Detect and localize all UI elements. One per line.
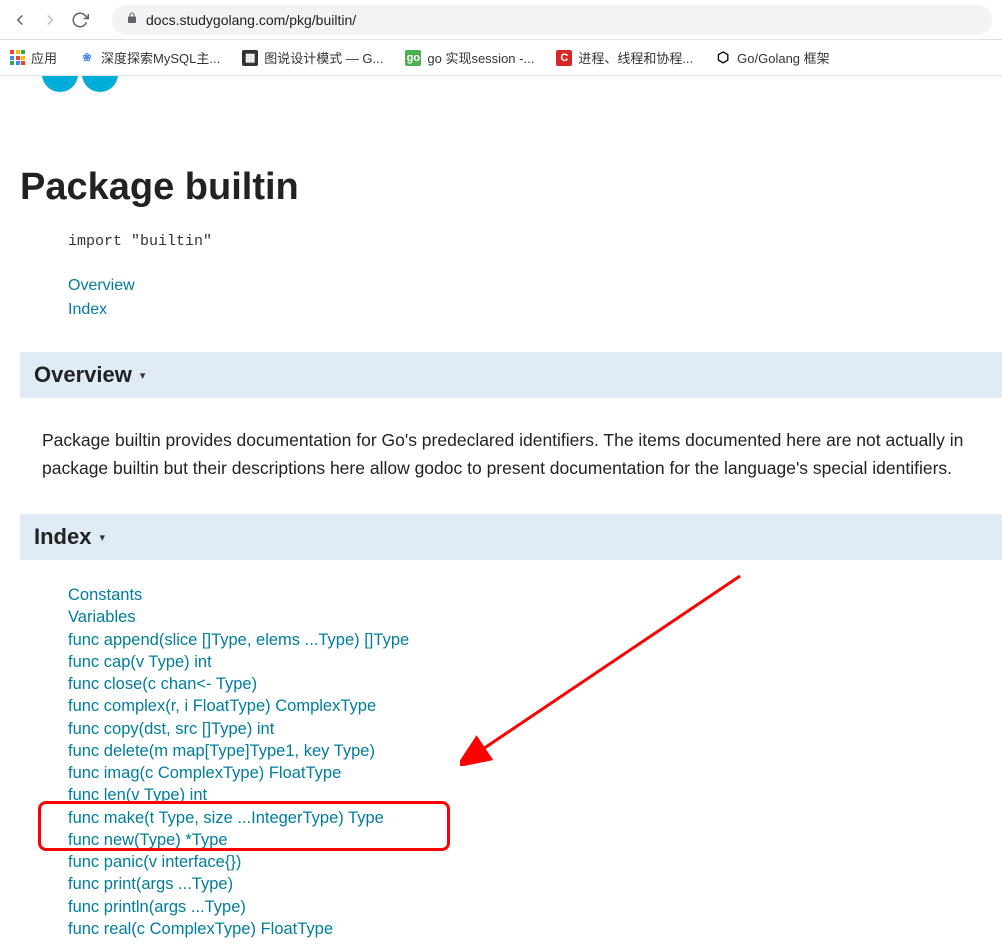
- index-link[interactable]: func delete(m map[Type]Type1, key Type): [68, 740, 982, 762]
- index-link[interactable]: func append(slice []Type, elems ...Type)…: [68, 629, 982, 651]
- url-text: docs.studygolang.com/pkg/builtin/: [146, 12, 356, 28]
- apps-label: 应用: [31, 48, 57, 67]
- favicon-icon: ⬡: [715, 50, 731, 66]
- favicon-icon: C: [556, 50, 572, 66]
- overview-heading: Overview: [34, 362, 132, 388]
- bookmark-label: 深度探索MySQL主...: [101, 48, 220, 67]
- index-link[interactable]: func print(args ...Type): [68, 873, 982, 895]
- index-link[interactable]: func imag(c ComplexType) FloatType: [68, 762, 982, 784]
- bookmark-item-process[interactable]: C 进程、线程和协程...: [556, 48, 693, 67]
- import-statement: import "builtin": [0, 219, 1002, 258]
- index-section-header[interactable]: Index ▾: [20, 514, 1002, 560]
- index-link[interactable]: func len(v Type) int: [68, 784, 982, 806]
- back-button[interactable]: [10, 10, 30, 30]
- index-link[interactable]: func new(Type) *Type: [68, 829, 982, 851]
- browser-toolbar: docs.studygolang.com/pkg/builtin/: [0, 0, 1002, 40]
- overview-text: Package builtin provides documentation f…: [0, 398, 1002, 514]
- overview-section-header[interactable]: Overview ▾: [20, 352, 1002, 398]
- header-partial: [0, 76, 1002, 104]
- page-nav: Overview Index: [0, 258, 1002, 352]
- page-title: Package builtin: [0, 104, 1002, 219]
- index-link[interactable]: func cap(v Type) int: [68, 651, 982, 673]
- index-list: Constants Variables func append(slice []…: [0, 560, 1002, 950]
- reload-button[interactable]: [70, 10, 90, 30]
- collapse-icon: ▾: [140, 369, 146, 382]
- lock-icon: [126, 12, 138, 27]
- bookmarks-bar: 应用 ❀ 深度探索MySQL主... ▦ 图说设计模式 — G... go go…: [0, 40, 1002, 76]
- index-link[interactable]: func panic(v interface{}): [68, 851, 982, 873]
- bookmark-item-session[interactable]: go go 实现session -...: [405, 48, 534, 67]
- index-link[interactable]: func real(c ComplexType) FloatType: [68, 918, 982, 940]
- favicon-icon: ❀: [79, 50, 95, 66]
- bookmark-item-golang[interactable]: ⬡ Go/Golang 框架: [715, 48, 830, 67]
- bookmark-label: 图说设计模式 — G...: [264, 48, 383, 67]
- collapse-icon: ▾: [99, 531, 105, 544]
- index-heading: Index: [34, 524, 91, 550]
- bookmark-label: Go/Golang 框架: [737, 48, 830, 67]
- favicon-icon: ▦: [242, 50, 258, 66]
- bookmark-label: go 实现session -...: [427, 48, 534, 67]
- index-link[interactable]: func close(c chan<- Type): [68, 673, 982, 695]
- bookmark-item-design[interactable]: ▦ 图说设计模式 — G...: [242, 48, 383, 67]
- index-link[interactable]: func make(t Type, size ...IntegerType) T…: [68, 807, 982, 829]
- index-link[interactable]: func complex(r, i FloatType) ComplexType: [68, 695, 982, 717]
- apps-grid-icon: [10, 50, 25, 65]
- bookmark-item-mysql[interactable]: ❀ 深度探索MySQL主...: [79, 48, 220, 67]
- nav-link-index[interactable]: Index: [68, 298, 982, 322]
- favicon-icon: go: [405, 50, 421, 66]
- address-bar[interactable]: docs.studygolang.com/pkg/builtin/: [112, 5, 992, 35]
- forward-button[interactable]: [40, 10, 60, 30]
- index-link[interactable]: func println(args ...Type): [68, 896, 982, 918]
- index-link[interactable]: func copy(dst, src []Type) int: [68, 718, 982, 740]
- nav-link-overview[interactable]: Overview: [68, 274, 982, 298]
- index-link[interactable]: Variables: [68, 606, 982, 628]
- page-content: Package builtin import "builtin" Overvie…: [0, 76, 1002, 950]
- bookmark-label: 进程、线程和协程...: [578, 48, 693, 67]
- go-logo-icon: [42, 76, 118, 92]
- apps-button[interactable]: 应用: [10, 48, 57, 67]
- index-link[interactable]: Constants: [68, 584, 982, 606]
